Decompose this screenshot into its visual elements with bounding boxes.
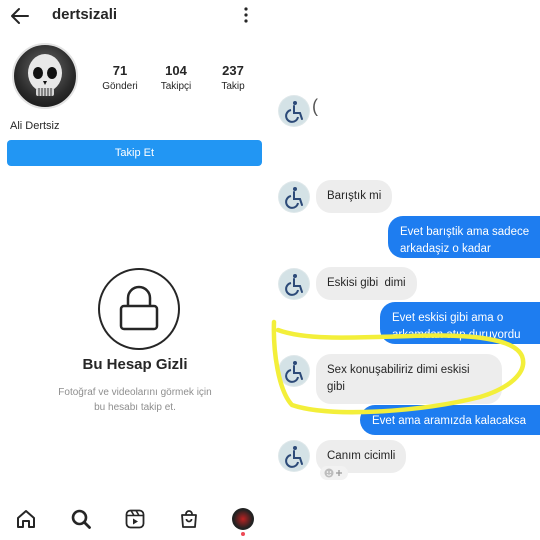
wheelchair-icon [279,269,309,299]
contact-avatar [278,181,310,213]
notification-dot [241,532,245,536]
bottom-navigation [0,500,270,540]
outgoing-message[interactable]: Evet eskisi gibi ama o arkamdan atıp dur… [380,302,540,344]
chat-panel: ( Barıştık mi Evet barıştik ama sadece a… [270,0,540,540]
private-account-description: Fotoğraf ve videolarını görmek için bu h… [30,385,240,415]
outgoing-message[interactable]: Evet ama aramızda kalacaksa [360,405,540,435]
profile-username: dertsizali [52,6,118,23]
incoming-message[interactable]: Eskisi gibi dimi [316,267,417,300]
contact-avatar [278,355,310,387]
stat-followers-label: Takipçi [160,81,192,92]
stat-following[interactable]: 237 Takip [203,63,263,92]
incoming-message[interactable]: Barıştık mi [316,180,393,213]
instagram-profile-panel: dertsizali 71 Gönderi 104 Takipçi 237 Ta… [0,0,270,540]
private-desc-line-2: bu hesabı takip et. [94,402,176,413]
shop-icon[interactable] [178,508,200,530]
search-icon[interactable] [70,508,92,530]
wheelchair-icon [279,356,309,386]
private-lock-badge [98,268,180,350]
stat-followers-count: 104 [165,63,187,78]
more-options-icon[interactable] [240,6,252,24]
lock-icon [119,285,159,331]
contact-avatar [278,440,310,472]
outgoing-message[interactable]: Evet barıştik ama sadece arkadaşiz o kad… [388,216,540,258]
follow-button[interactable]: Takip Et [7,140,262,166]
wheelchair-icon [279,441,309,471]
first-message-fragment: ( [312,96,318,116]
profile-avatar[interactable] [12,43,78,109]
outgoing-message-line-1: Evet barıştik ama sadece [400,226,530,238]
reels-icon[interactable] [124,508,146,530]
stat-following-count: 237 [222,63,244,78]
stat-following-label: Takip [221,81,245,92]
smiley-plus-icon [324,468,342,478]
incoming-message-line-1: Sex konuşabiliriz dimi eskisi [327,364,470,376]
outgoing-message-line-1: Evet eskisi gibi ama o [392,312,504,324]
reaction-add[interactable] [320,466,348,480]
home-icon[interactable] [15,508,37,530]
incoming-message-line-2: gibi [327,381,345,393]
private-desc-line-1: Fotoğraf ve videolarını görmek için [58,387,212,398]
stat-followers[interactable]: 104 Takipçi [146,63,206,92]
nav-profile-avatar[interactable] [232,508,254,530]
back-arrow-icon[interactable] [10,6,30,26]
outgoing-message-line-2: arkadaşiz o kadar [400,243,491,255]
wheelchair-icon [279,182,309,212]
outgoing-message-line-2: arkamdan atıp duruyordu [392,329,521,341]
profile-header: dertsizali [0,0,270,32]
skull-icon [28,54,62,96]
private-account-title: Bu Hesap Gizli [82,356,188,373]
stat-posts-label: Gönderi [102,81,138,92]
wheelchair-icon [279,96,309,126]
incoming-message[interactable]: Sex konuşabiliriz dimi eskisi gibi [316,354,502,404]
stat-posts[interactable]: 71 Gönderi [90,63,150,92]
stat-posts-count: 71 [112,63,128,78]
profile-full-name: Ali Dertsiz [10,120,60,132]
contact-avatar [278,268,310,300]
contact-avatar [278,95,310,127]
